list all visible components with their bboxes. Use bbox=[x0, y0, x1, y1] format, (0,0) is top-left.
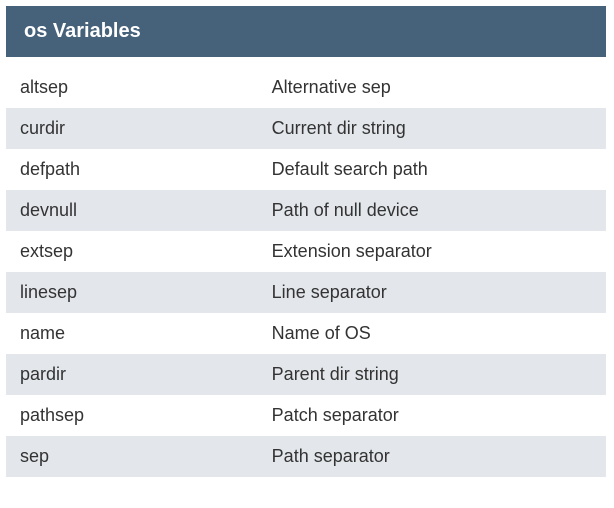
variable-name: extsep bbox=[20, 241, 272, 262]
variable-name: devnull bbox=[20, 200, 272, 221]
table-row: linesep Line separator bbox=[6, 272, 606, 313]
table-row: name Name of OS bbox=[6, 313, 606, 354]
table-row: defpath Default search path bbox=[6, 149, 606, 190]
variable-description: Parent dir string bbox=[272, 364, 592, 385]
variable-name: linesep bbox=[20, 282, 272, 303]
variable-description: Path of null device bbox=[272, 200, 592, 221]
variable-description: Line separator bbox=[272, 282, 592, 303]
table-row: extsep Extension separator bbox=[6, 231, 606, 272]
table-header: os Variables bbox=[6, 6, 606, 57]
variable-description: Default search path bbox=[272, 159, 592, 180]
variable-description: Patch separator bbox=[272, 405, 592, 426]
variable-name: pardir bbox=[20, 364, 272, 385]
variable-name: sep bbox=[20, 446, 272, 467]
table-row: altsep Alternative sep bbox=[6, 67, 606, 108]
variable-name: curdir bbox=[20, 118, 272, 139]
table-row: pathsep Patch separator bbox=[6, 395, 606, 436]
table-body: altsep Alternative sep curdir Current di… bbox=[6, 67, 606, 477]
os-variables-table: os Variables altsep Alternative sep curd… bbox=[6, 6, 606, 477]
variable-description: Alternative sep bbox=[272, 77, 592, 98]
variable-description: Path separator bbox=[272, 446, 592, 467]
variable-name: defpath bbox=[20, 159, 272, 180]
table-title: os Variables bbox=[24, 20, 141, 42]
table-row: curdir Current dir string bbox=[6, 108, 606, 149]
table-row: pardir Parent dir string bbox=[6, 354, 606, 395]
variable-description: Name of OS bbox=[272, 323, 592, 344]
variable-name: altsep bbox=[20, 77, 272, 98]
variable-name: pathsep bbox=[20, 405, 272, 426]
variable-description: Extension separator bbox=[272, 241, 592, 262]
table-row: devnull Path of null device bbox=[6, 190, 606, 231]
variable-description: Current dir string bbox=[272, 118, 592, 139]
table-row: sep Path separator bbox=[6, 436, 606, 477]
variable-name: name bbox=[20, 323, 272, 344]
